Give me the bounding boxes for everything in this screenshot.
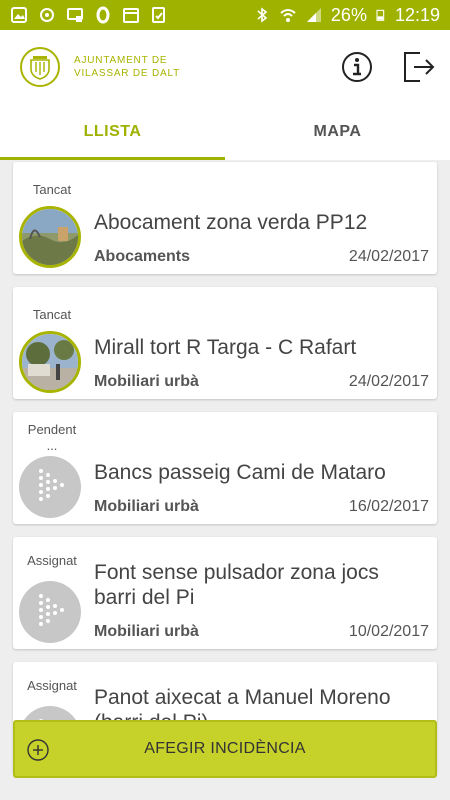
incident-date: 24/02/2017	[348, 248, 429, 265]
incident-category: Abocaments	[94, 248, 191, 265]
logout-icon	[404, 52, 435, 82]
coat-of-arms-logo	[20, 47, 60, 87]
battery-icon	[376, 9, 385, 21]
view-tabs: LLISTA MAPA	[0, 104, 450, 160]
incident-category: Mobiliari urbà	[94, 623, 199, 640]
info-button[interactable]	[340, 50, 374, 84]
org-line-1: Ajuntament de	[74, 55, 168, 66]
signal-icon	[306, 8, 321, 22]
clock: 12:19	[394, 4, 440, 25]
incident-card[interactable]: Tancat Mirall tort R Targa - C Rafart Mo…	[13, 287, 437, 399]
app-header: Ajuntament de Vilassar de Dalt	[0, 30, 450, 104]
notification-icons	[10, 6, 168, 24]
sync-icon	[40, 8, 54, 22]
add-incident-label: AFEGIR INCIDÈNCIA	[144, 740, 306, 757]
bluetooth-icon	[257, 7, 268, 23]
incident-status: Assignat	[27, 678, 77, 693]
incident-list[interactable]: Tancat Abocament zona verda PP12 Abocame…	[0, 160, 450, 800]
plus-circle-icon	[27, 739, 49, 761]
organization-name: Ajuntament de Vilassar de Dalt	[74, 54, 180, 80]
incident-date: 10/02/2017	[348, 623, 429, 640]
incident-status: Tancat	[32, 307, 72, 322]
tab-llista[interactable]: LLISTA	[0, 104, 225, 160]
incident-photo	[19, 331, 81, 393]
incident-title: Bancs passeig Cami de Mataro	[94, 461, 386, 484]
logout-button[interactable]	[402, 50, 436, 84]
gallery-icon	[11, 7, 27, 23]
info-icon	[342, 52, 372, 82]
screen-icon	[67, 8, 83, 22]
system-status: 26% 12:19	[253, 5, 440, 26]
incident-date: 24/02/2017	[348, 373, 429, 390]
add-incident-button[interactable]: AFEGIR INCIDÈNCIA	[13, 720, 437, 778]
incident-date: 16/02/2017	[348, 498, 429, 515]
incident-status: Tancat	[32, 182, 72, 197]
org-line-2: Vilassar de Dalt	[74, 68, 180, 79]
tab-mapa[interactable]: MAPA	[225, 104, 450, 160]
incident-title: Abocament zona verda PP12	[94, 211, 368, 234]
incident-category: Mobiliari urbà	[94, 498, 199, 515]
status-bar: 26% 12:19	[0, 0, 450, 30]
placeholder-icon	[19, 456, 81, 518]
task-icon	[152, 7, 165, 23]
incident-card[interactable]: Tancat Abocament zona verda PP12 Abocame…	[13, 162, 437, 274]
incident-card[interactable]: Assignat Font sense pulsador zona jocs b…	[13, 537, 437, 649]
calendar-icon	[123, 8, 139, 23]
incident-photo	[19, 206, 81, 268]
placeholder-icon	[19, 581, 81, 643]
incident-title: Mirall tort R Targa - C Rafart	[94, 336, 357, 359]
opera-icon	[96, 6, 110, 24]
wifi-icon	[280, 9, 296, 22]
incident-title: Font sense pulsador zona jocs barri del …	[94, 561, 379, 609]
battery-level: 26%	[330, 4, 367, 25]
incident-status: Pendent ...	[27, 422, 77, 453]
incident-category: Mobiliari urbà	[94, 373, 199, 390]
incident-status: Assignat	[27, 553, 77, 568]
incident-card[interactable]: Pendent ... Bancs passeig Cami de Mataro…	[13, 412, 437, 524]
